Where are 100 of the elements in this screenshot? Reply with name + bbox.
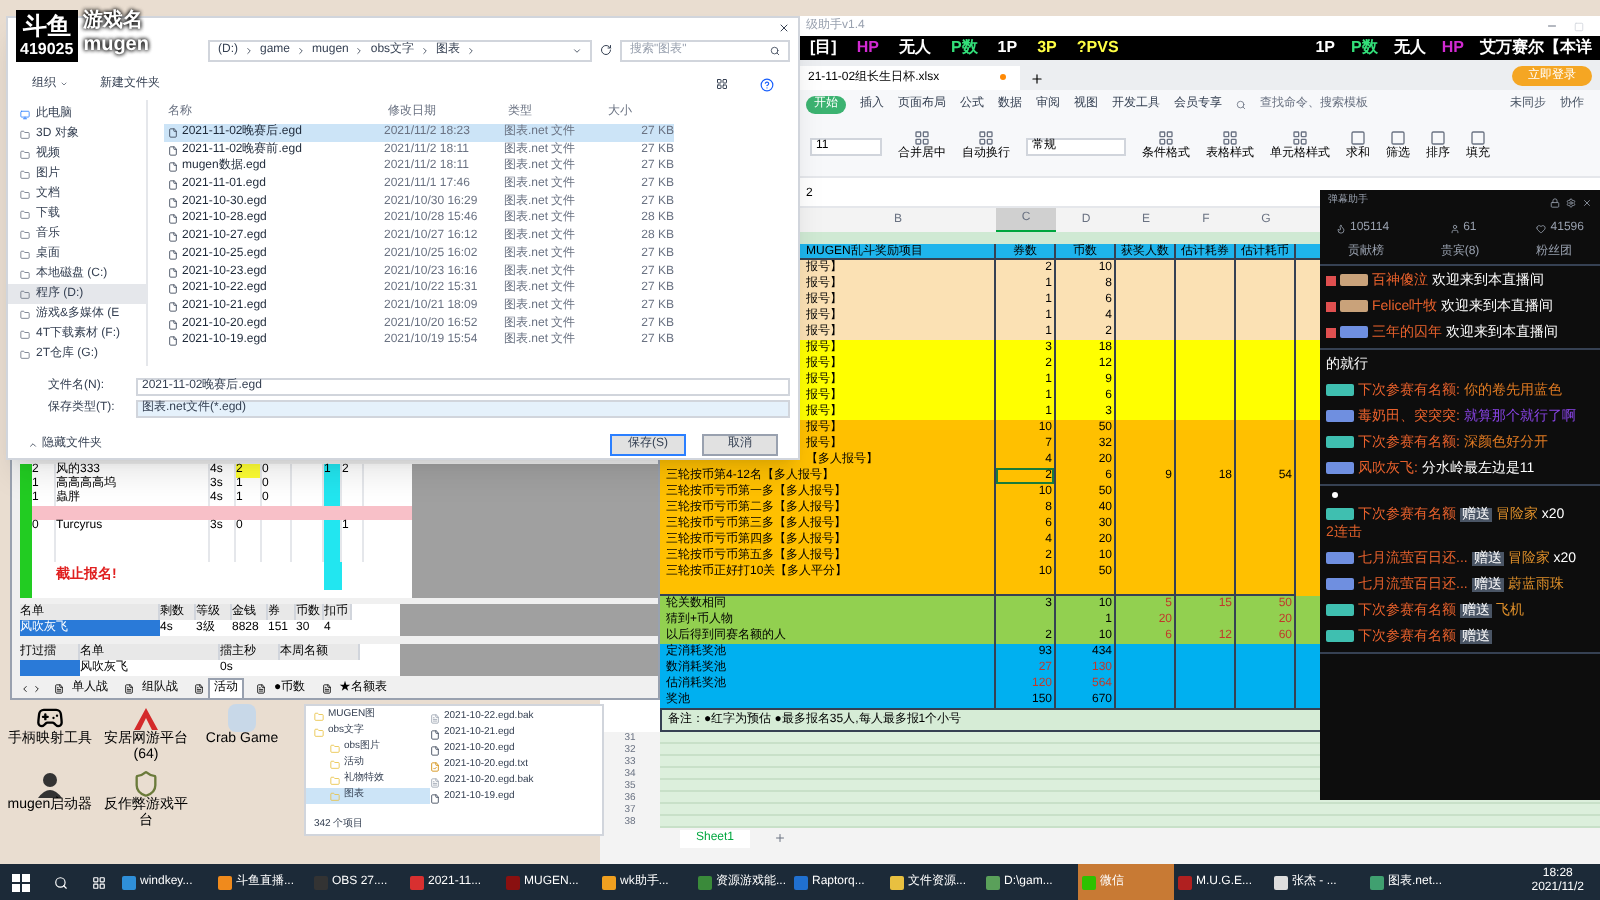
status-text: HP: [856, 36, 879, 60]
chevron-icon: [296, 45, 307, 55]
folder-icon: [20, 349, 30, 359]
folder-icon: [330, 791, 340, 801]
previous-icon[interactable]: [20, 683, 30, 693]
next-icon[interactable]: [32, 683, 42, 693]
tool-icon: [1350, 130, 1366, 146]
grid-icon: [914, 130, 930, 146]
file-icon: [168, 162, 178, 173]
status-text: 1P: [997, 36, 1018, 60]
document-icon: [194, 683, 204, 693]
badge-icon: [1326, 275, 1336, 286]
folder-icon: [20, 129, 30, 139]
refresh-icon[interactable]: [600, 44, 612, 56]
file-icon: [168, 336, 178, 347]
grid-icon: [1158, 130, 1174, 146]
folder-icon: [20, 209, 30, 219]
help-icon[interactable]: [760, 77, 774, 91]
blank-file-icon: [430, 777, 440, 787]
status-strip: [20, 464, 32, 598]
status-text: [目]: [810, 36, 837, 60]
status-text: 无人: [898, 36, 931, 60]
status-text: 1P: [1315, 36, 1336, 60]
document-icon: [321, 683, 332, 693]
grid-icon: [1222, 130, 1238, 146]
status-text: 无人: [1393, 36, 1426, 60]
room-number: 419025: [20, 40, 74, 60]
selection-cell[interactable]: [20, 660, 80, 676]
folder-icon: [20, 269, 30, 279]
chevron-icon: [244, 45, 254, 55]
start-icon[interactable]: [12, 873, 30, 891]
chevron-icon: [354, 45, 365, 55]
table-cell: [324, 562, 342, 590]
add-sheet-icon[interactable]: [774, 832, 787, 844]
search-icon[interactable]: [54, 875, 68, 889]
document-icon: [54, 683, 64, 693]
game-name: mugen: [83, 34, 149, 58]
computer-icon: [20, 109, 30, 119]
status-text: 3P: [1037, 36, 1057, 60]
file-icon: [168, 301, 178, 312]
folder-icon: [20, 289, 30, 299]
blank-file-icon: [430, 713, 440, 723]
badge-icon: [1326, 327, 1336, 338]
folder-icon: [20, 229, 30, 239]
file-icon: [168, 145, 178, 156]
lock-icon[interactable]: [1550, 197, 1560, 207]
folder-icon: [314, 711, 324, 721]
person-icon: [1449, 223, 1460, 233]
folder-icon: [20, 329, 30, 339]
status-text: HP: [1441, 36, 1464, 60]
document-icon: [256, 683, 266, 693]
game-label: 游戏名: [83, 10, 146, 34]
search-icon: [770, 45, 780, 55]
peak-logo-icon[interactable]: [132, 704, 160, 732]
flame-icon: [1336, 223, 1346, 233]
shield-icon[interactable]: [132, 770, 160, 798]
status-text: ?PVS: [1076, 36, 1119, 60]
grid-icon: [978, 130, 994, 146]
search-icon: [1236, 99, 1246, 109]
settings-icon[interactable]: [1566, 197, 1576, 207]
file-icon: [430, 729, 440, 739]
file-icon: [168, 319, 178, 330]
folder-icon: [20, 189, 30, 199]
tool-icon: [1430, 130, 1446, 146]
dropdown-icon[interactable]: [572, 45, 582, 55]
file-icon: [168, 284, 178, 295]
folder-icon: [20, 249, 30, 259]
text-file-icon: [430, 761, 440, 771]
tool-icon: [1390, 130, 1406, 146]
file-icon: [430, 793, 440, 803]
folder-icon: [314, 727, 324, 737]
status-text: P数: [950, 36, 978, 60]
folder-icon: [20, 149, 30, 159]
view-icon[interactable]: [716, 78, 728, 90]
file-icon: [168, 180, 178, 191]
new-tab-icon[interactable]: [1030, 72, 1044, 86]
grid-icon: [1292, 130, 1308, 146]
file-icon: [168, 197, 178, 208]
file-icon: [168, 249, 178, 260]
task-view-icon[interactable]: [92, 875, 106, 889]
status-text: P数: [1351, 36, 1378, 60]
document-icon: [124, 683, 134, 693]
folder-icon: [20, 169, 30, 179]
gamepad-icon[interactable]: [36, 704, 64, 732]
brand-name: 斗鱼: [22, 12, 71, 40]
close-icon[interactable]: [778, 21, 790, 33]
badge-icon: [1326, 301, 1336, 312]
folder-icon: [330, 743, 340, 753]
file-icon: [430, 745, 440, 755]
avatar-icon[interactable]: [36, 770, 64, 798]
collapse-icon[interactable]: [28, 440, 38, 450]
file-icon: [168, 128, 178, 138]
heart-icon: [1536, 223, 1547, 233]
folder-icon: [330, 759, 340, 769]
chevron-icon: [466, 45, 477, 55]
folder-icon: [20, 309, 30, 319]
tool-icon: [1470, 130, 1486, 146]
chevron-icon: [420, 45, 431, 55]
file-icon: [168, 214, 178, 225]
file-icon: [168, 232, 178, 243]
